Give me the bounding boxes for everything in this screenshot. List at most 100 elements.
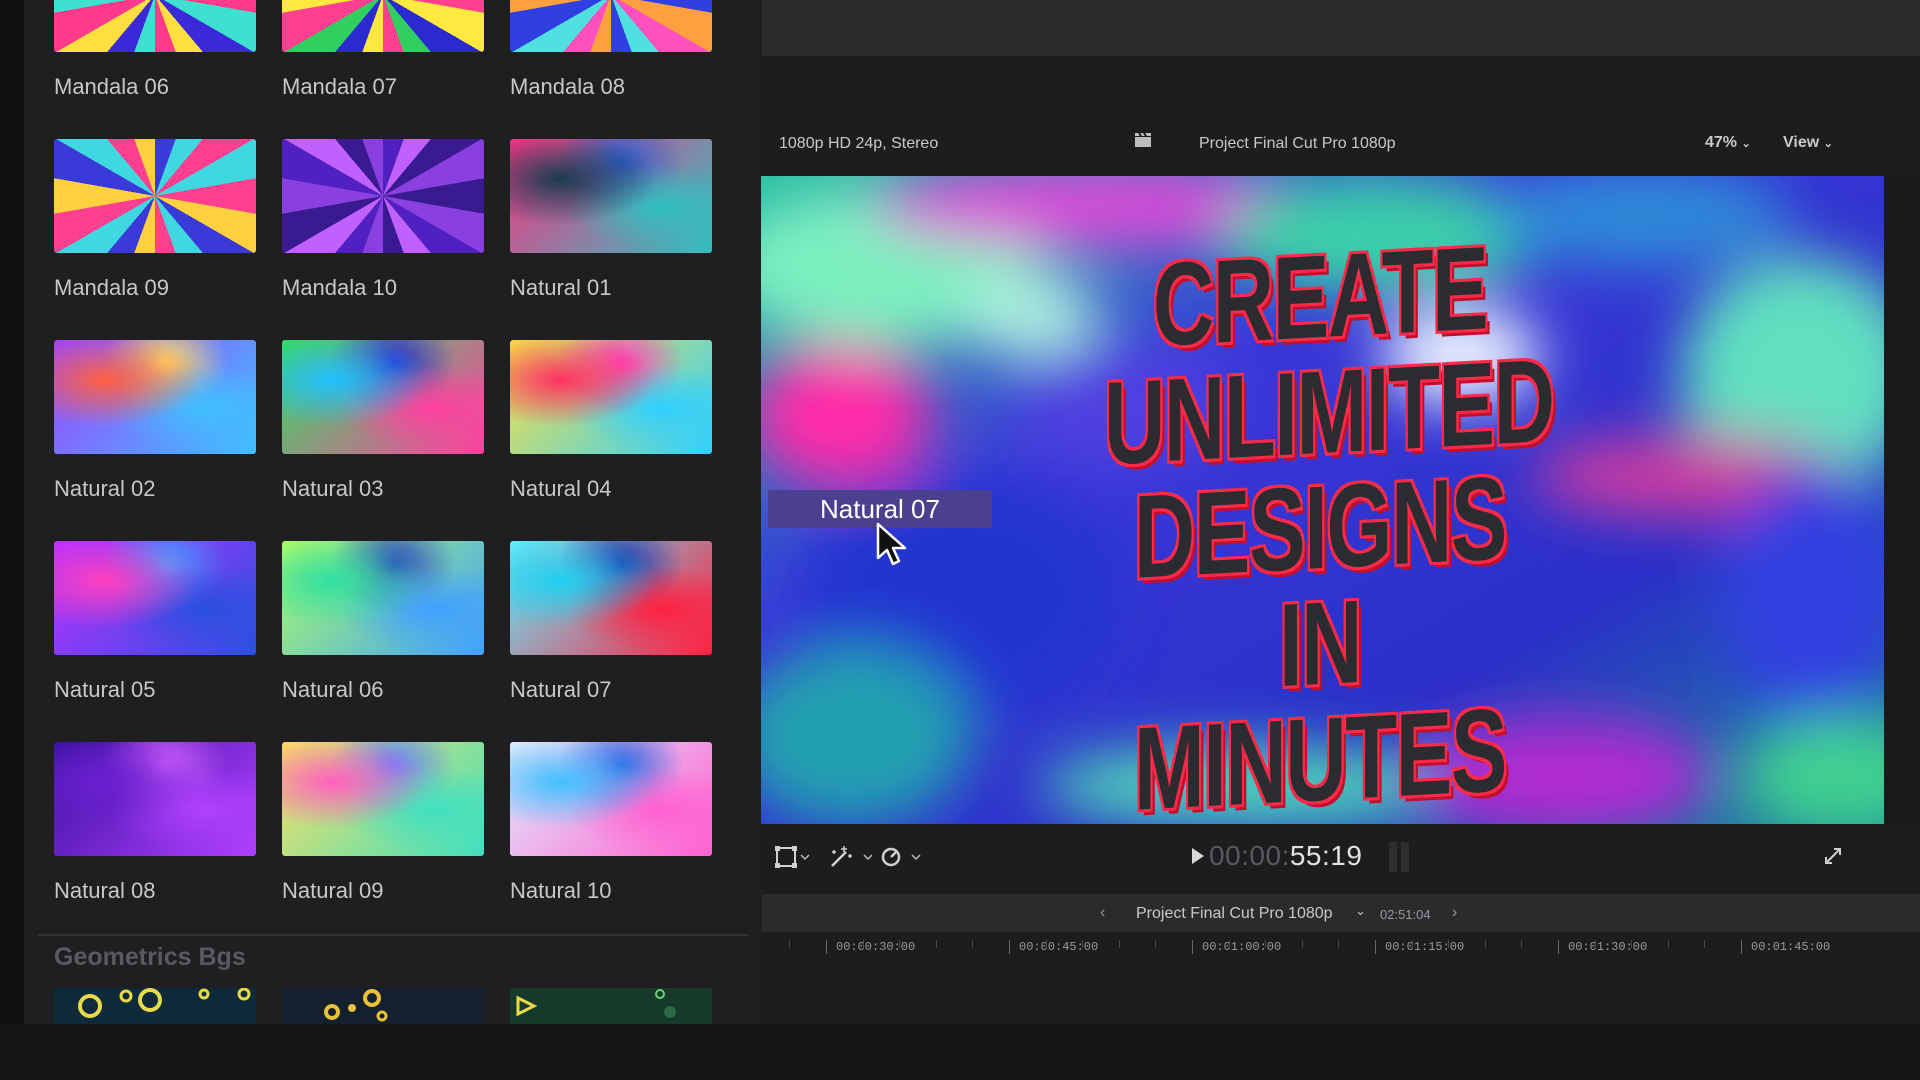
generator-tile[interactable]: Mandala 10 — [282, 139, 484, 300]
zoom-value: 47% — [1705, 134, 1738, 151]
ruler-minor-tick — [1594, 940, 1596, 948]
ruler-minor-tick — [1301, 940, 1303, 948]
ruler-minor-tick — [1704, 940, 1706, 948]
tile-thumbnail — [510, 340, 712, 454]
timecode-bright: 55:19 — [1289, 840, 1363, 871]
tile-label: Mandala 10 — [282, 275, 397, 300]
tile-thumbnail — [510, 139, 712, 253]
view-menu-label: View — [1783, 134, 1820, 151]
ruler-major-tick — [1192, 940, 1193, 954]
chevron-down-icon: ⌄ — [1741, 138, 1751, 150]
generator-tile[interactable]: Natural 03 — [282, 340, 484, 501]
ruler-major-tick — [1009, 940, 1010, 954]
ruler-label: 00:00:45:00 — [1019, 940, 1099, 954]
project-name-label: Project Final Cut Pro 1080p — [1199, 135, 1396, 152]
timecode-dim: 00:00: — [1209, 840, 1290, 871]
timeline-project-name[interactable]: Project Final Cut Pro 1080p — [1136, 905, 1333, 923]
generator-tile[interactable]: Mandala 08 — [510, 0, 712, 99]
previous-project-icon[interactable]: ‹ — [1100, 904, 1105, 922]
tile-label: Natural 07 — [510, 677, 612, 702]
tile-label: Natural 08 — [54, 878, 156, 903]
generator-tile[interactable]: Mandala 07 — [282, 0, 484, 99]
bottom-strip — [0, 1024, 1920, 1080]
ruler-label: 00:01:45:00 — [1751, 940, 1831, 954]
clapper-icon[interactable] — [1134, 132, 1152, 153]
ruler-label: 00:00:30:00 — [836, 940, 916, 954]
section-divider — [38, 934, 748, 936]
play-icon[interactable] — [1190, 846, 1206, 871]
viewer-controls: 00:00:55:19 — [762, 824, 1920, 894]
generator-tile[interactable]: Natural 09 — [282, 742, 484, 903]
generator-tile[interactable]: Natural 01 — [510, 139, 712, 300]
tile-label: Natural 10 — [510, 878, 612, 903]
browser-edge — [0, 0, 24, 1024]
tile-label: Natural 02 — [54, 476, 156, 501]
generator-tile[interactable]: Mandala 06 — [54, 0, 256, 99]
next-project-icon[interactable]: › — [1452, 904, 1457, 922]
ruler-minor-tick — [1484, 940, 1486, 948]
ruler-minor-tick — [862, 940, 864, 948]
tile-label: Natural 06 — [282, 677, 384, 702]
ruler-minor-tick — [899, 940, 901, 948]
tile-thumbnail — [282, 139, 484, 253]
viewer-top-bar — [762, 0, 1920, 56]
tile-thumbnail — [282, 541, 484, 655]
ruler-minor-tick — [972, 940, 974, 948]
generator-tile[interactable]: Natural 10 — [510, 742, 712, 903]
timeline-header: ‹ Project Final Cut Pro 1080p ⌄ 02:51:04… — [762, 894, 1920, 932]
view-menu[interactable]: View ⌄ — [1783, 134, 1833, 152]
ruler-minor-tick — [1631, 940, 1633, 948]
generator-tile[interactable]: Natural 02 — [54, 340, 256, 501]
tile-label: Natural 01 — [510, 275, 612, 300]
generator-tile[interactable]: Natural 06 — [282, 541, 484, 702]
timecode-display: 00:00:55:19 — [1209, 840, 1362, 872]
tile-label: Mandala 06 — [54, 74, 169, 99]
fullscreen-icon[interactable] — [1823, 846, 1843, 871]
generator-tile[interactable]: Natural 04 — [510, 340, 712, 501]
transform-tool-button[interactable] — [774, 844, 810, 875]
tile-thumbnail — [282, 340, 484, 454]
generator-tile[interactable]: Natural 08 — [54, 742, 256, 903]
generator-tile[interactable]: Natural 05 — [54, 541, 256, 702]
ruler-minor-tick — [1411, 940, 1413, 948]
ruler-minor-tick — [1118, 940, 1120, 948]
generator-tile[interactable]: Natural 07 — [510, 541, 712, 702]
generator-tile[interactable]: Mandala 09 — [54, 139, 256, 300]
geometric-thumbnail[interactable] — [54, 988, 256, 1024]
geometric-thumbnail[interactable] — [282, 988, 484, 1024]
format-label: 1080p HD 24p, Stereo — [779, 135, 939, 152]
enhance-tool-button[interactable] — [828, 844, 873, 875]
tile-thumbnail — [54, 0, 256, 52]
tile-thumbnail — [54, 742, 256, 856]
ruler-major-tick — [826, 940, 827, 954]
ruler-label: 00:01:15:00 — [1385, 940, 1465, 954]
geometric-thumbnail[interactable] — [510, 988, 712, 1024]
tile-thumbnail — [282, 0, 484, 52]
generator-browser: Mandala 06 Mandala 07 Mandala 08 Mandala 09… — [24, 0, 762, 1024]
zoom-menu[interactable]: 47% ⌄ — [1705, 134, 1751, 152]
chevron-down-icon[interactable]: ⌄ — [1355, 903, 1366, 919]
tile-label: Mandala 08 — [510, 74, 625, 99]
ruler-minor-tick — [1338, 940, 1340, 948]
ruler-minor-tick — [1228, 940, 1230, 948]
chevron-down-icon: ⌄ — [1823, 138, 1833, 150]
tile-label: Natural 05 — [54, 677, 156, 702]
tile-label: Mandala 07 — [282, 74, 397, 99]
ruler-minor-tick — [1155, 940, 1157, 948]
speed-tool-button[interactable] — [880, 844, 924, 875]
viewer-header: 1080p HD 24p, Stereo Project Final Cut P… — [762, 56, 1920, 176]
ruler-minor-tick — [1045, 940, 1047, 948]
ruler-minor-tick — [1448, 940, 1450, 948]
tile-thumbnail — [54, 139, 256, 253]
project-duration: 02:51:04 — [1380, 907, 1431, 922]
canvas-title: CREATE UNLIMITED DESIGNS IN MINUTES — [1020, 222, 1620, 836]
tile-thumbnail — [510, 742, 712, 856]
tile-thumbnail — [282, 742, 484, 856]
tile-label: Mandala 09 — [54, 275, 169, 300]
tile-label: Natural 09 — [282, 878, 384, 903]
ruler-label: 00:01:00:00 — [1202, 940, 1282, 954]
ruler-minor-tick — [789, 940, 791, 948]
title-line: IN MINUTES — [1133, 575, 1507, 836]
ruler-major-tick — [1558, 940, 1559, 954]
mouse-cursor-icon — [876, 522, 907, 566]
